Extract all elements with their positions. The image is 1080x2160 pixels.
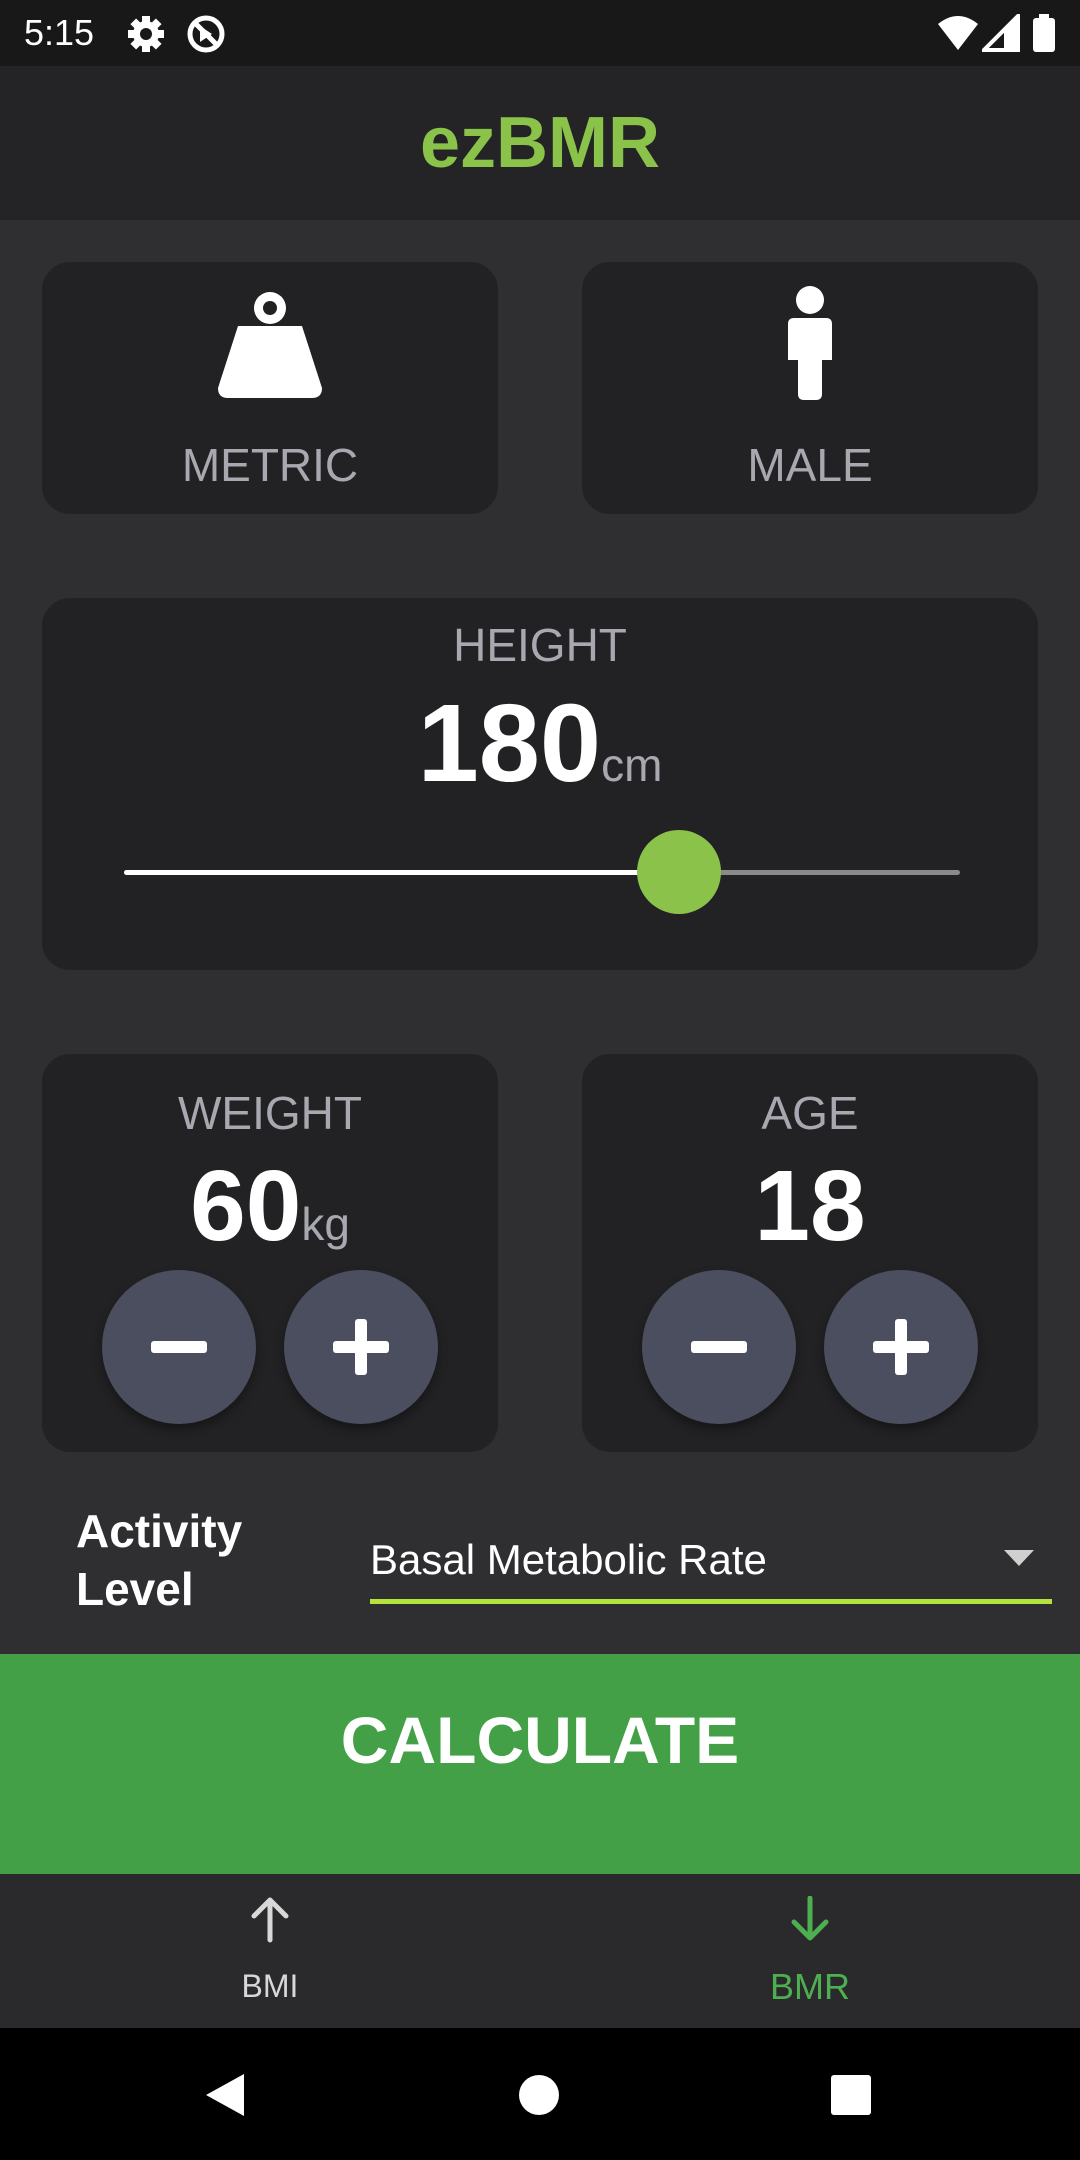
system-navigation-bar: [0, 2028, 1080, 2160]
app-bar: ezBMR: [0, 66, 1080, 220]
activity-label-line1: Activity: [76, 1505, 243, 1557]
weight-unit: kg: [301, 1198, 350, 1250]
weight-label: WEIGHT: [178, 1087, 362, 1139]
sync-off-icon: [186, 14, 226, 59]
calculate-label: CALCULATE: [340, 1703, 740, 1777]
slider-track-active: [124, 870, 679, 875]
cell-signal-icon: [979, 11, 1020, 59]
slider-thumb[interactable]: [637, 830, 721, 914]
back-icon[interactable]: [204, 2072, 246, 2123]
calculate-button[interactable]: CALCULATE: [0, 1654, 1080, 1874]
weight-value-display: 60kg: [42, 1150, 498, 1280]
minus-icon: [151, 1341, 207, 1353]
recents-icon[interactable]: [830, 2074, 872, 2121]
age-card: AGE 18: [582, 1054, 1038, 1452]
weight-value: 60: [190, 1150, 302, 1262]
gear-icon: [126, 14, 166, 59]
age-value: 18: [754, 1150, 866, 1262]
plus-icon: [873, 1319, 929, 1375]
nav-item-bmi[interactable]: BMI: [0, 1874, 540, 2028]
activity-label-line2: Level: [76, 1563, 194, 1615]
activity-level-label: Activity Level: [76, 1502, 242, 1618]
plus-icon: [333, 1319, 389, 1375]
gender-toggle-card[interactable]: MALE: [582, 262, 1038, 514]
status-bar: 5:15: [0, 0, 1080, 66]
height-card: HEIGHT 180cm: [42, 598, 1038, 970]
height-unit: cm: [601, 739, 663, 791]
height-label: HEIGHT: [453, 619, 627, 671]
dropdown-underline: [370, 1599, 1052, 1604]
height-slider[interactable]: [124, 830, 960, 914]
age-label: AGE: [761, 1087, 859, 1139]
person-icon: [784, 286, 836, 407]
dropdown-arrow-icon: [1004, 1550, 1034, 1573]
nav-label-bmi: BMI: [241, 1968, 299, 2004]
metric-toggle-card[interactable]: METRIC: [42, 262, 498, 514]
weight-decrease-button[interactable]: [102, 1270, 256, 1424]
arrow-down-icon: [786, 1895, 834, 1949]
activity-level-dropdown[interactable]: Basal Metabolic Rate: [370, 1520, 1052, 1604]
age-increase-button[interactable]: [824, 1270, 978, 1424]
app-title: ezBMR: [419, 103, 660, 183]
bottom-navigation: BMI BMR: [0, 1874, 1080, 2028]
weight-card: WEIGHT 60kg: [42, 1054, 498, 1452]
age-decrease-button[interactable]: [642, 1270, 796, 1424]
unit-label: METRIC: [181, 439, 359, 491]
gender-label: MALE: [747, 439, 873, 491]
status-time: 5:15: [24, 12, 95, 53]
height-value: 180: [417, 682, 602, 805]
weight-increase-button[interactable]: [284, 1270, 438, 1424]
minus-icon: [691, 1341, 747, 1353]
nav-label-bmr: BMR: [770, 1966, 850, 2007]
battery-icon: [1032, 14, 1056, 59]
height-value-display: 180cm: [42, 682, 1038, 827]
activity-level-selected: Basal Metabolic Rate: [370, 1536, 767, 1583]
weight-icon: [212, 286, 328, 407]
wifi-icon: [936, 14, 980, 59]
home-icon[interactable]: [518, 2074, 560, 2121]
nav-item-bmr[interactable]: BMR: [540, 1874, 1080, 2028]
arrow-up-icon: [246, 1896, 294, 1949]
